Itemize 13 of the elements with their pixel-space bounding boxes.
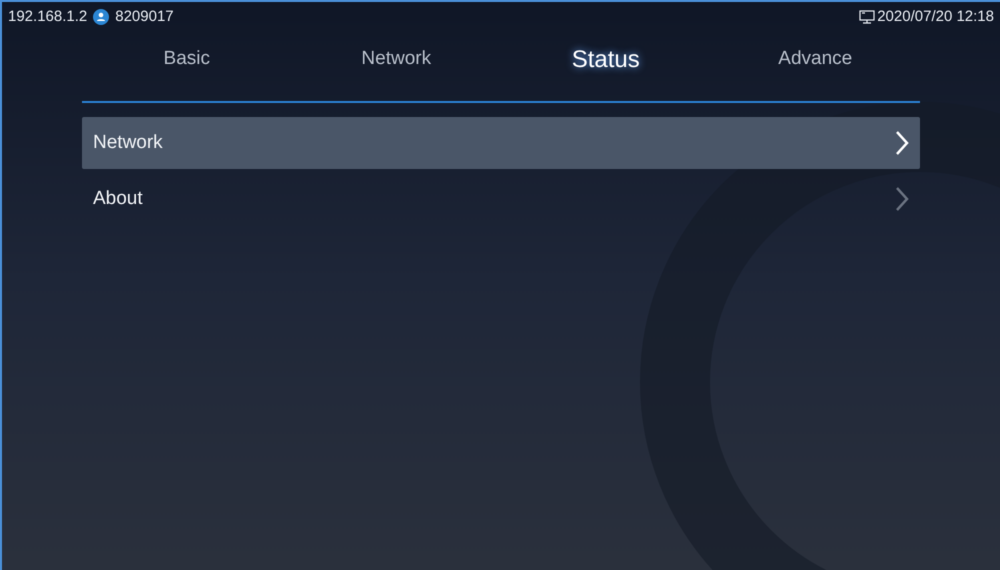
chevron-right-icon — [895, 186, 909, 212]
date-time: 2020/07/20 12:18 — [877, 6, 994, 27]
tab[interactable]: Basic — [82, 45, 292, 74]
user-icon — [93, 9, 110, 25]
account-number: 8209017 — [115, 6, 174, 27]
menu-item[interactable]: About — [82, 173, 920, 225]
tab[interactable]: Network — [292, 45, 501, 74]
chevron-right-icon — [895, 130, 909, 156]
tab[interactable]: Status — [501, 42, 710, 78]
network-icon — [859, 9, 876, 25]
tab[interactable]: Advance — [710, 45, 920, 74]
menu-item[interactable]: Network — [82, 117, 920, 169]
ip-address: 192.168.1.2 — [8, 6, 88, 27]
